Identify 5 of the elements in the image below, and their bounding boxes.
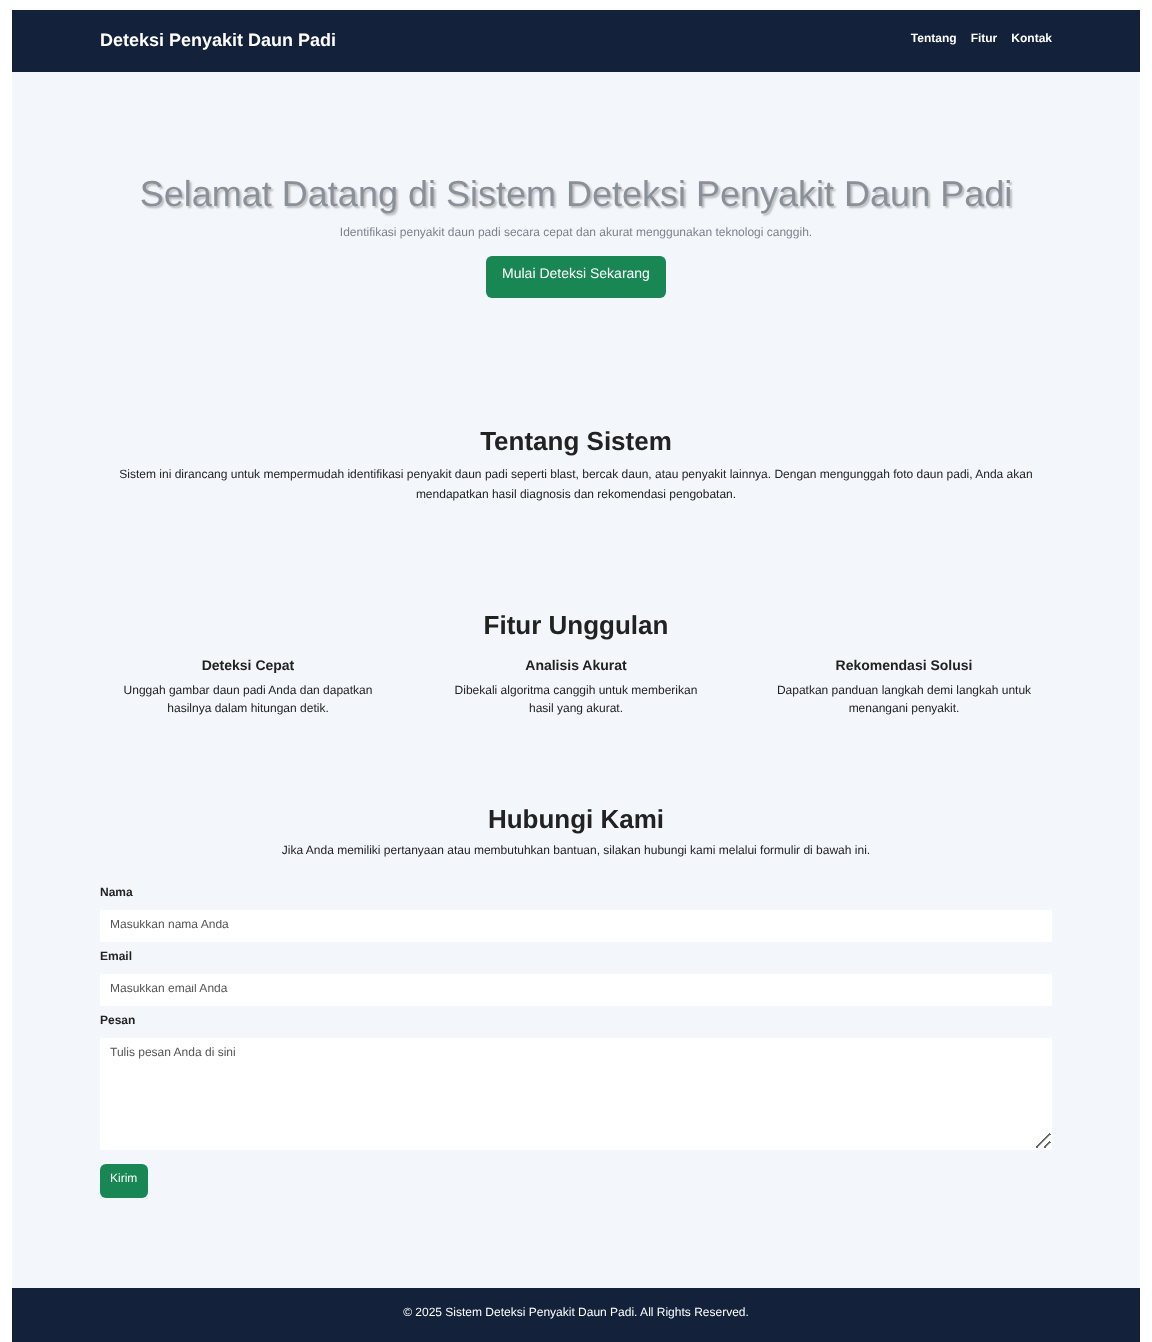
hero-title: Selamat Datang di Sistem Deteksi Penyakit Daun Padi — [139, 172, 1013, 218]
section-title: Tentang Sistem — [480, 423, 672, 460]
section-title: Hubungi Kami — [487, 802, 665, 838]
brand-title[interactable]: Deteksi Penyakit Daun Padi — [100, 27, 337, 55]
section-title: Fitur Unggulan — [483, 608, 669, 644]
